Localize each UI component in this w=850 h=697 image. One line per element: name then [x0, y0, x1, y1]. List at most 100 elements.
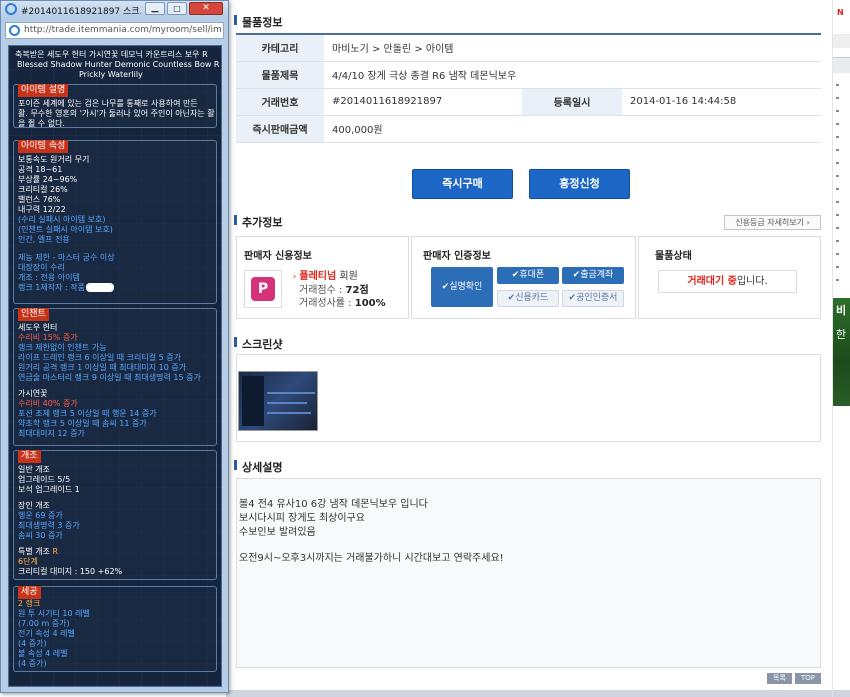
close-button[interactable]: ✕ [189, 2, 223, 15]
item-name-en-2: Prickly Waterlily [79, 70, 143, 79]
attr-line: (인챈트 실패시 아이템 보호) [18, 225, 113, 234]
enchant-name: 세도우 헌터 [18, 323, 58, 332]
mod-special: 특별 개조 R [18, 547, 59, 556]
minimize-button[interactable]: ▁ [145, 2, 165, 15]
attr-line: 공격 18~61 [18, 165, 63, 174]
detail-line: 볼4 전4 유사10 6강 냄작 데몬닉보우 입니다 [239, 499, 428, 510]
setting-line: (4 증가) [18, 639, 47, 648]
attr-line: 개조 : 전용 아이템 [18, 273, 80, 282]
attr-line: 부상률 24~96% [18, 175, 78, 184]
item-tooltip-image: 축복받은 세도우 헌터 가시연꽃 데모닉 카운트리스 보우 R Blessed … [8, 45, 222, 687]
category-label: 카테고리 [236, 34, 324, 62]
success-rate: 거래성사률 : 100% [299, 294, 386, 309]
address-bar[interactable]: http://trade.itemmania.com/myroom/sell/i… [5, 22, 224, 39]
screenshot-title: 스크린샷 [233, 337, 283, 351]
banner-char: 한 [836, 328, 847, 341]
mod-line: 업그레이드 5/5 [18, 475, 71, 484]
horizontal-scrollbar[interactable] [226, 690, 850, 697]
negotiate-button[interactable]: 흥정신청 [529, 169, 630, 199]
attr-line: 랭크 1제작자 : 작품 [18, 283, 85, 292]
mod-line: 크리티컬 대미지 : 150 +62% [18, 567, 123, 576]
sidebar-badge: N [837, 8, 844, 17]
top-button[interactable]: TOP [795, 673, 821, 684]
screenshot-thumbnail[interactable] [238, 371, 318, 431]
table-row: 카테고리 마비노기 > 만돌린 > 아이템 [236, 34, 821, 62]
grade-line: › 플레티넘 회원 [293, 267, 358, 282]
item-name-en: Blessed Shadow Hunter Demonic Countless … [17, 60, 222, 69]
mod-line: 행운 69 증가 [18, 511, 63, 520]
goods-title-value: 4/4/10 장게 극상 종결 R6 냄작 데몬닉보우 [324, 61, 821, 89]
realname-verified-badge: ✔실명확인 [431, 267, 493, 307]
enchant-line: 랭크 제한없이 인챈트 가능 [18, 343, 107, 352]
sidebar-header [833, 57, 850, 73]
enchant-label: 인챈트 [18, 308, 49, 321]
page-icon [9, 25, 20, 36]
attr-line: 밸런스 76% [18, 195, 61, 204]
desc-box: 아이템 설명 포이즌 세계에 있는 검은 나무를 통째로 사용하여 만든 활. … [13, 84, 217, 128]
detail-title: 상세설명 [233, 460, 283, 474]
screenshot-popup-window[interactable]: #2014011618921897 스크... ▁ □ ✕ http://tra… [0, 0, 229, 693]
goods-title-label: 물품제목 [236, 61, 324, 89]
attr-line: 보통속도 원거리 무기 [18, 155, 90, 164]
reg-date-value: 2014-01-16 14:44:58 [622, 88, 821, 116]
extra-info-title: 추가정보 [233, 215, 283, 229]
attr-line: 인간, 엘프 전용 [18, 235, 70, 244]
setting-line: 전기 속성 4 레벨 [18, 629, 75, 638]
popup-titlebar[interactable]: #2014011618921897 스크... ▁ □ ✕ [1, 1, 228, 18]
enchant-line: 최대대미지 12 증가 [18, 429, 85, 438]
reg-date-label: 등록일시 [522, 88, 622, 116]
trade-number-value: #2014011618921897 [324, 88, 522, 116]
enchant-name: 가시연꽃 [18, 389, 48, 398]
seller-auth-title: 판매자 인증정보 [423, 251, 491, 262]
category-value: 마비노기 > 만돌린 > 아이템 [324, 34, 821, 62]
enchant-line: 약초학 랭크 5 이상일 때 솜씨 11 증가 [18, 419, 147, 428]
detail-line: 오전9시~오후3시까지는 거래불가하니 시간대보고 연락주세요! [239, 553, 504, 564]
sidebar-banner[interactable]: 비 한 [833, 298, 850, 406]
buy-now-button[interactable]: 즉시구매 [412, 169, 513, 199]
setting-line: 불 속성 4 레벨 [18, 649, 68, 658]
grade-arrow-icon: › [293, 272, 297, 281]
attr-box: 아이템 속성 보통속도 원거리 무기 공격 18~61 부상률 24~96% 크… [13, 140, 217, 304]
detail-box: 볼4 전4 유사10 6강 냄작 데몬닉보우 입니다 보시다시피 장게도 최상이… [236, 478, 821, 668]
success-label: 거래성사률 : [299, 298, 355, 309]
phone-verified-badge: ✔휴대폰 [497, 267, 559, 284]
detail-line: 수보인보 발려있음 [239, 527, 316, 538]
table-row: 즉시판매금액 400,000원 [236, 115, 821, 143]
enchant-line: 연금술 마스터리 랭크 9 이상일 때 최대생명력 15 증가 [18, 373, 201, 382]
price-label: 즉시판매금액 [236, 115, 324, 143]
attr-line: 재능 제한 - 마스터 궁수 이상 [18, 253, 115, 262]
list-button[interactable]: 목록 [767, 673, 792, 684]
enchant-box: 인챈트 세도우 헌터 수리비 15% 증가 랭크 제한없이 인챈트 가능 라이프… [13, 308, 217, 446]
account-verified-badge: ✔출금계좌 [562, 267, 624, 284]
mod-line: 보석 업그레이드 1 [18, 485, 80, 494]
mod-line: 일반 개조 [18, 465, 50, 474]
credit-card-badge: ✔신용카드 [497, 290, 559, 307]
seller-credit-title: 판매자 신용정보 [244, 251, 312, 262]
right-sidebar: N 비 한 [832, 0, 850, 697]
goods-status-title: 물품상태 [655, 251, 692, 262]
enchant-rank: 수리비 15% 증가 [18, 333, 78, 342]
credit-detail-link[interactable]: 신용등급 자세히보기 › [724, 215, 821, 230]
attr-line: (수리 실패시 아이템 보호) [18, 215, 106, 224]
mod-box: 개조 일반 개조 업그레이드 5/5 보석 업그레이드 1 장인 개조 행운 6… [13, 450, 217, 580]
seller-credit-panel: 판매자 신용정보 P › 플레티넘 회원 거래점수 : 72점 거래성사률 : … [236, 236, 409, 319]
mod-line: 6단계 [18, 557, 38, 566]
mod-line: 최대생명력 3 증가 [18, 521, 80, 530]
screenshot-box [236, 354, 821, 442]
setting-line: (4 증가) [18, 659, 47, 668]
goods-status-panel: 물품상태 거래대기 중입니다. [638, 236, 821, 319]
cert-badge: ✔공인인증서 [562, 290, 624, 307]
setting-label: 세공 [18, 586, 41, 599]
maximize-button[interactable]: □ [167, 2, 187, 15]
enchant-rank: 수리비 40% 증가 [18, 399, 78, 408]
url-text: http://trade.itemmania.com/myroom/sell/i… [24, 25, 222, 35]
price-value: 400,000원 [324, 115, 821, 143]
setting-line: 원 투 시기티 10 레벨 [18, 609, 90, 618]
platinum-badge-icon: P [244, 270, 282, 308]
table-row: 거래번호 #2014011618921897 등록일시 2014-01-16 1… [236, 88, 821, 116]
desc-label: 아이템 설명 [18, 84, 69, 97]
goods-info-table: 카테고리 마비노기 > 만돌린 > 아이템 물품제목 4/4/10 장게 극상 … [236, 33, 821, 143]
setting-rank: 2 랭크 [18, 599, 41, 608]
attr-label: 아이템 속성 [18, 140, 69, 153]
banner-char: 비 [836, 304, 847, 317]
